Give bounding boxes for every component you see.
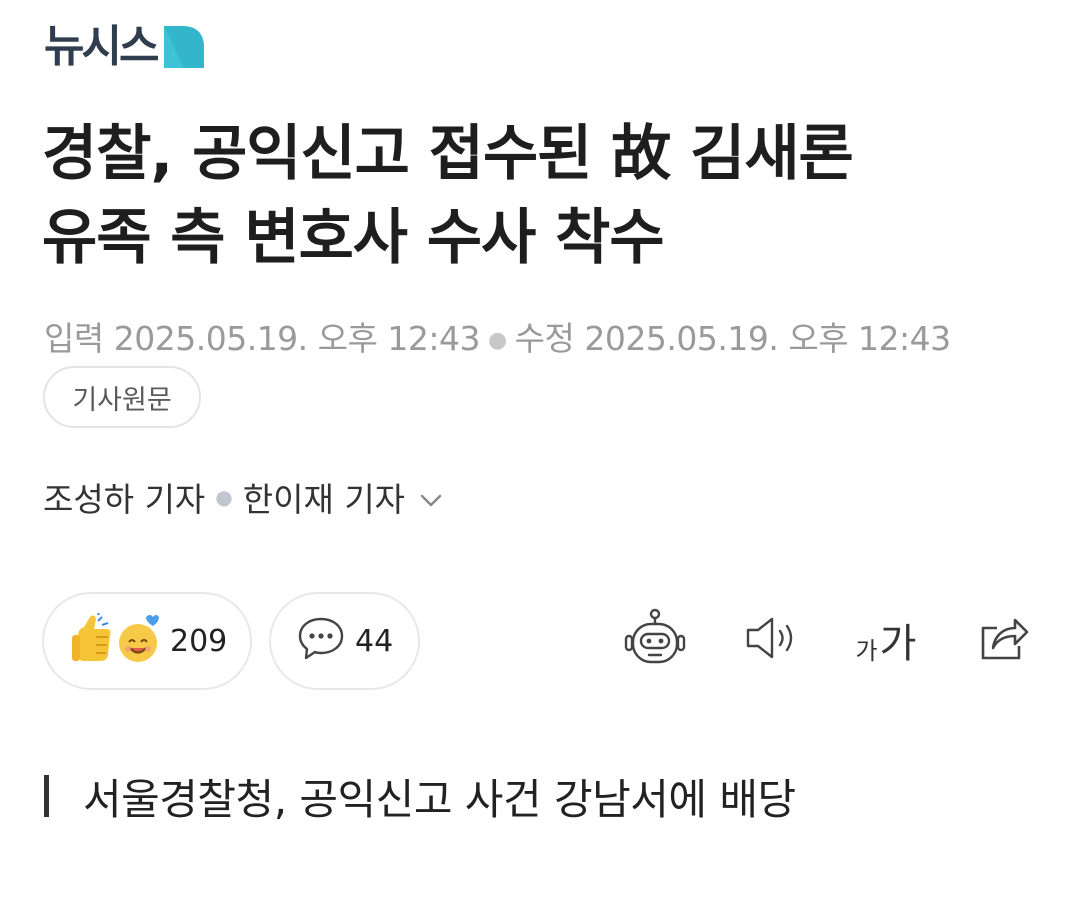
- original-article-button[interactable]: 기사원문: [43, 366, 201, 428]
- separator-dot: ●: [215, 485, 233, 509]
- reporter-1[interactable]: 조성하 기자: [43, 473, 205, 521]
- summary-bot-button[interactable]: [622, 608, 688, 672]
- font-size-small-label: 가: [855, 636, 878, 665]
- reaction-count: 209: [170, 623, 228, 659]
- modified-label: 수정: [514, 319, 575, 358]
- input-datetime: 2025.05.19. 오후 12:43: [113, 319, 481, 358]
- logo-mark-icon: [164, 26, 205, 68]
- chevron-down-icon[interactable]: [419, 478, 443, 517]
- like-emoji-icon: [70, 612, 114, 669]
- speaker-icon: [744, 616, 800, 664]
- reporter-list[interactable]: 조성하 기자 ● 한이재 기자: [43, 472, 443, 522]
- comment-button[interactable]: 44: [269, 592, 420, 690]
- separator-dot: ●: [487, 327, 507, 353]
- text-to-speech-button[interactable]: [742, 608, 802, 672]
- modified-datetime: 2025.05.19. 오후 12:43: [584, 319, 951, 358]
- reaction-button[interactable]: 209: [42, 592, 252, 690]
- comment-count: 44: [355, 623, 394, 659]
- input-label: 입력: [44, 319, 104, 358]
- title-line-1: 경찰, 공익신고 접수된 故 김새론: [42, 119, 854, 189]
- font-size-large-label: 가: [879, 621, 917, 667]
- brand-logo[interactable]: 뉴시스: [44, 21, 205, 72]
- subheading-bar: [44, 775, 49, 817]
- article-subheading: 서울경찰청, 공익신고 사건 강남서에 배당: [44, 770, 796, 824]
- heart-emoji-icon: [116, 613, 160, 669]
- reporter-2[interactable]: 한이재 기자: [243, 473, 405, 521]
- comment-icon: [297, 616, 345, 666]
- title-line-2: 유족 측 변호사 수사 착수: [42, 203, 665, 273]
- font-size-button[interactable]: 가 가: [848, 608, 924, 672]
- share-button[interactable]: [975, 608, 1033, 672]
- article-dates: 입력 2025.05.19. 오후 12:43 ● 수정 2025.05.19. 오…: [44, 316, 1044, 364]
- share-icon: [977, 614, 1031, 666]
- subheading-text: 서울경찰청, 공익신고 사건 강남서에 배당: [83, 774, 796, 824]
- robot-summary-icon: [624, 608, 686, 672]
- logo-text: 뉴시스: [44, 21, 159, 72]
- article-title: 경찰, 공익신고 접수된 故 김새론 유족 측 변호사 수사 착수: [42, 112, 1032, 280]
